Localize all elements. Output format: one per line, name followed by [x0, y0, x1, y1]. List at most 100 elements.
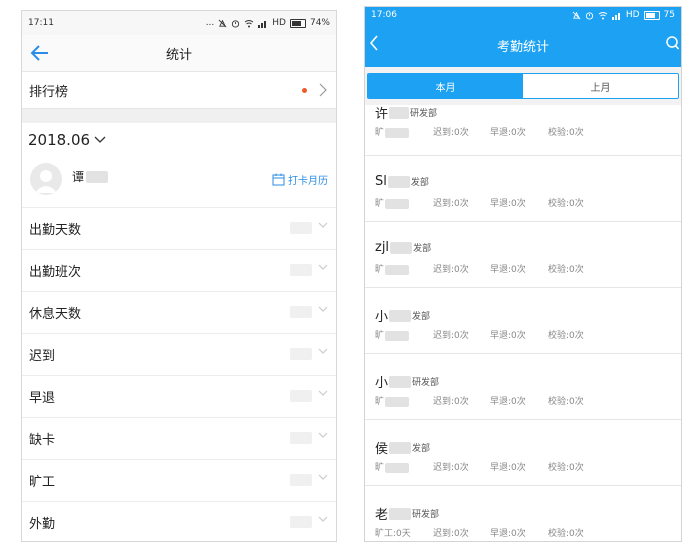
- back-chevron-icon[interactable]: [369, 35, 379, 51]
- ranking-row[interactable]: 排行榜: [22, 72, 336, 109]
- nav-bar: 考勤统计: [365, 23, 681, 67]
- stat-row-label: 早退: [29, 391, 56, 406]
- stats: 旷工:0天 迟到:0次 早退:0次 校验:0次: [375, 526, 608, 539]
- stats: 旷 迟到:0次 早退:0次 校验:0次: [375, 196, 608, 209]
- notification-dot: [302, 88, 307, 93]
- absent-stat: 旷: [375, 196, 433, 209]
- nav-bar: 统计: [22, 35, 336, 72]
- name-prefix: 许: [375, 107, 389, 122]
- chevron-down-icon: [94, 136, 106, 143]
- user-name-prefix: 谭: [72, 170, 85, 184]
- department: 发部: [412, 312, 431, 322]
- chevron-right-icon: [319, 83, 327, 97]
- redacted-value: [385, 127, 410, 138]
- early-stat: 早退:0次: [490, 331, 526, 341]
- late-stat: 迟到:0次: [433, 265, 469, 275]
- redacted-value: [385, 198, 410, 209]
- calendar-icon: [272, 173, 285, 186]
- department: 发部: [412, 444, 431, 454]
- redacted-name: [389, 106, 410, 119]
- stat-row-label: 休息天数: [29, 307, 82, 322]
- redacted-value: [290, 306, 312, 318]
- list-item[interactable]: Sl 发部 旷 迟到:0次 早退:0次 校验:0次: [365, 156, 681, 222]
- redacted-value: [290, 390, 312, 402]
- stat-row[interactable]: 休息天数: [22, 292, 336, 334]
- name-prefix: 小: [375, 310, 389, 325]
- absent-stat: 旷: [375, 460, 433, 473]
- stat-row[interactable]: 外勤: [22, 502, 336, 541]
- chevron-down-icon: [318, 516, 328, 522]
- check-stat: 校验:0次: [548, 397, 584, 407]
- late-stat: 迟到:0次: [433, 463, 469, 473]
- department: 研发部: [410, 109, 438, 119]
- chevron-down-icon: [318, 264, 328, 270]
- stat-row[interactable]: 出勤班次: [22, 250, 336, 292]
- left-phone-screen: 17:11 ... HD 74% 统计 排行榜 2018.06 谭 打卡月历 出…: [21, 10, 337, 542]
- stat-row-label: 外勤: [29, 517, 56, 532]
- chevron-down-icon: [318, 348, 328, 354]
- redacted-value: [385, 462, 410, 473]
- employee-name: zjl 发部: [375, 240, 431, 255]
- absent-stat: 旷: [375, 394, 433, 407]
- stat-row-label: 迟到: [29, 349, 56, 364]
- check-stat: 校验:0次: [548, 199, 584, 209]
- check-stat: 校验:0次: [548, 265, 584, 275]
- hd-label: HD: [272, 18, 286, 28]
- redacted-value: [290, 474, 312, 486]
- stat-row[interactable]: 迟到: [22, 334, 336, 376]
- late-stat: 迟到:0次: [433, 397, 469, 407]
- early-stat: 早退:0次: [490, 397, 526, 407]
- name-prefix: zjl: [375, 240, 390, 255]
- search-icon[interactable]: [665, 35, 679, 51]
- chevron-down-icon: [318, 432, 328, 438]
- chevron-down-icon: [318, 390, 328, 396]
- stats: 旷 迟到:0次 早退:0次 校验:0次: [375, 125, 608, 138]
- list-item[interactable]: 老 研发部 旷工:0天 迟到:0次 早退:0次 校验:0次: [365, 486, 681, 541]
- alarm-icon: [585, 11, 593, 20]
- check-stat: 校验:0次: [548, 463, 584, 473]
- redacted-value: [290, 222, 312, 234]
- department: 研发部: [412, 510, 440, 520]
- redacted-name: [390, 241, 413, 254]
- name-prefix: 老: [375, 508, 389, 523]
- redacted-value: [290, 348, 312, 360]
- signal-icon: [258, 20, 267, 28]
- signal-icon: [611, 12, 620, 20]
- employee-name: 小 发部: [375, 306, 430, 325]
- month-selector[interactable]: 2018.06: [22, 123, 336, 157]
- list-item[interactable]: 小 发部 旷 迟到:0次 早退:0次 校验:0次: [365, 288, 681, 354]
- department: 发部: [413, 244, 432, 254]
- calendar-link[interactable]: 打卡月历: [272, 172, 328, 187]
- absent-stat: 旷工:0天: [375, 529, 411, 539]
- redacted-name: [389, 375, 412, 388]
- stat-row[interactable]: 缺卡: [22, 418, 336, 460]
- page-title: 统计: [165, 47, 192, 63]
- tab-last-month[interactable]: 上月: [523, 74, 678, 98]
- month-tabs: 本月 上月: [367, 73, 679, 99]
- absent-label: 旷: [375, 397, 385, 407]
- stat-row[interactable]: 旷工: [22, 460, 336, 502]
- list-item[interactable]: 侯 发部 旷 迟到:0次 早退:0次 校验:0次: [365, 420, 681, 486]
- absent-label: 旷: [375, 199, 385, 209]
- mute-icon: [572, 11, 581, 19]
- redacted-name: [387, 175, 410, 188]
- check-stat: 校验:0次: [548, 529, 584, 539]
- list-item[interactable]: zjl 发部 旷 迟到:0次 早退:0次 校验:0次: [365, 222, 681, 288]
- redacted-value: [290, 516, 312, 528]
- early-stat: 早退:0次: [490, 529, 526, 539]
- employee-name: 许 研发部: [375, 103, 437, 122]
- tab-this-month[interactable]: 本月: [368, 74, 523, 98]
- user-icon: [35, 170, 57, 193]
- redacted-value: [385, 396, 410, 407]
- stat-row[interactable]: 出勤天数: [22, 208, 336, 250]
- list-item[interactable]: 许 研发部 旷 迟到:0次 早退:0次 校验:0次: [365, 105, 681, 156]
- back-arrow-icon[interactable]: [28, 41, 52, 65]
- stat-row[interactable]: 早退: [22, 376, 336, 418]
- stat-row-label: 出勤天数: [29, 223, 82, 238]
- check-stat: 校验:0次: [548, 128, 584, 138]
- absent-label: 旷: [375, 265, 385, 275]
- user-name: 谭: [72, 168, 109, 185]
- chevron-down-icon: [318, 474, 328, 480]
- name-prefix: Sl: [375, 174, 387, 189]
- list-item[interactable]: 小 研发部 旷 迟到:0次 早退:0次 校验:0次: [365, 354, 681, 420]
